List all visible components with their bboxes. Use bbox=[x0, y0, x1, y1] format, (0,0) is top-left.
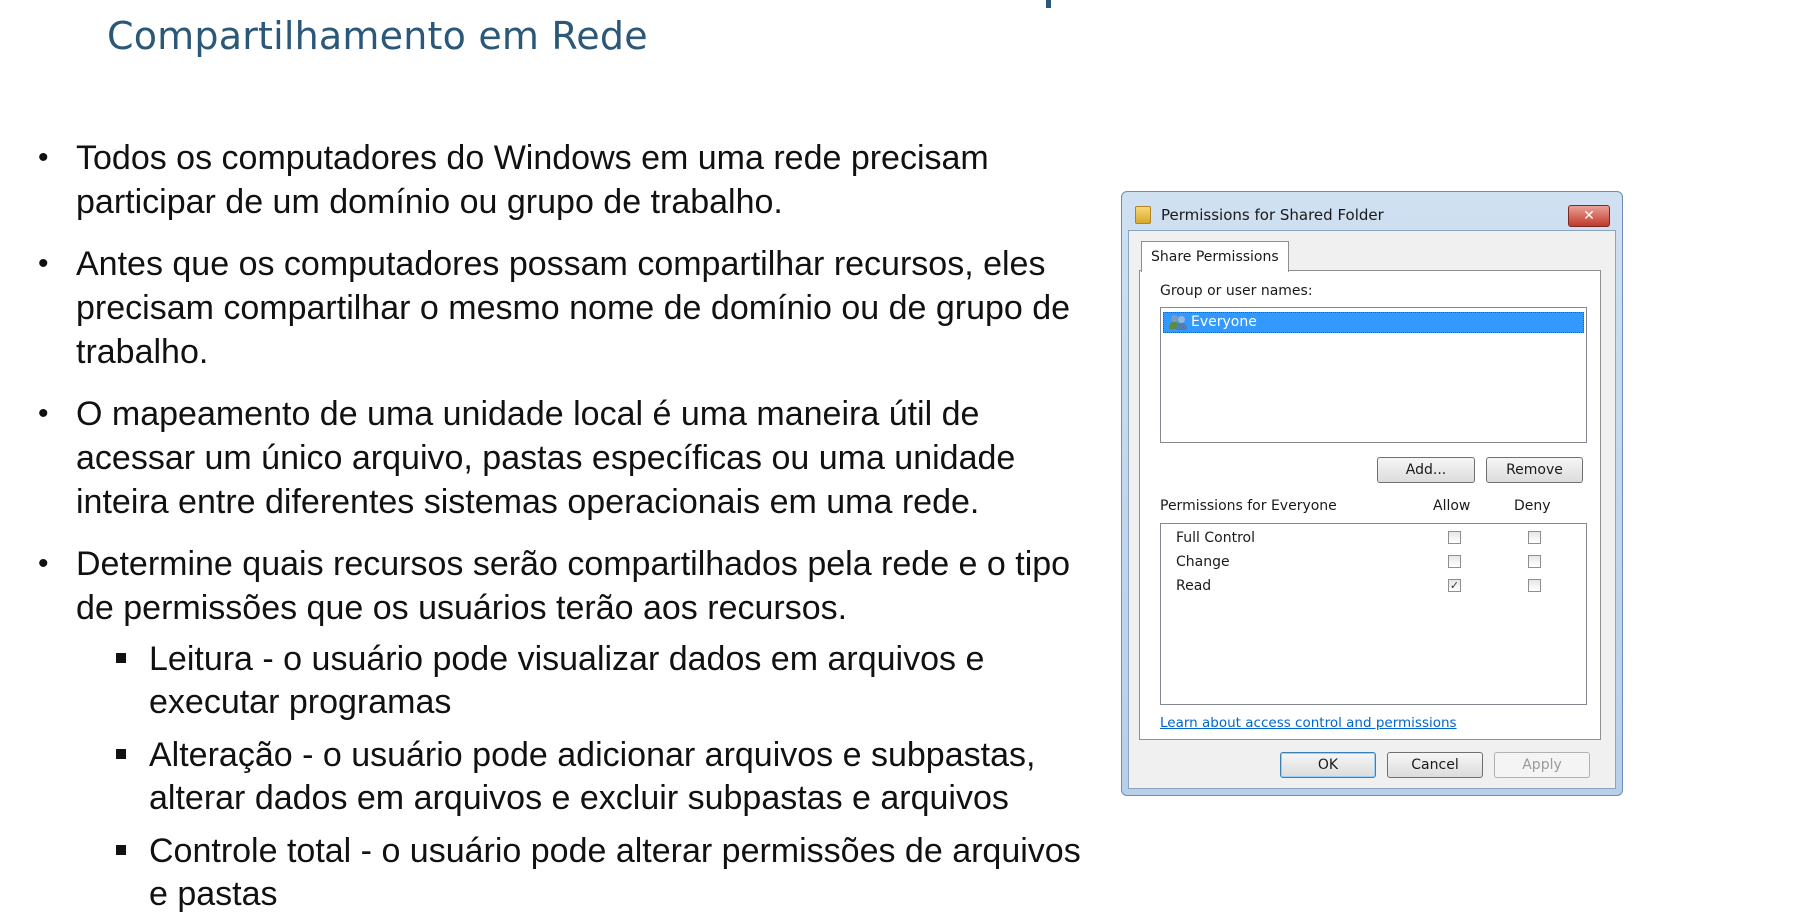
bullet-text: O mapeamento de uma unidade local é uma … bbox=[76, 395, 1016, 521]
bullet-marker: • bbox=[38, 397, 49, 430]
close-button[interactable]: ✕ bbox=[1568, 205, 1610, 227]
permission-name: Read bbox=[1176, 578, 1212, 594]
add-button[interactable]: Add... bbox=[1377, 457, 1475, 483]
list-item-label: Everyone bbox=[1191, 314, 1257, 330]
sub-bullet-text: Alteração - o usuário pode adicionar arq… bbox=[149, 736, 1036, 817]
permissions-list: Full Control Change Read ✓ bbox=[1160, 523, 1587, 705]
bullet-marker: • bbox=[38, 247, 49, 280]
ok-button[interactable]: OK bbox=[1280, 752, 1376, 778]
cancel-button[interactable]: Cancel bbox=[1387, 752, 1483, 778]
read-deny-checkbox[interactable] bbox=[1528, 579, 1541, 592]
bullet-item: • Antes que os computadores possam compa… bbox=[0, 242, 1106, 374]
permissions-label: Permissions for Everyone bbox=[1160, 498, 1337, 514]
square-bullet-marker bbox=[116, 749, 126, 759]
tab-share-permissions[interactable]: Share Permissions bbox=[1141, 241, 1289, 272]
remove-button[interactable]: Remove bbox=[1486, 457, 1583, 483]
bullet-item: • O mapeamento de uma unidade local é um… bbox=[0, 392, 1106, 524]
dialog-titlebar[interactable]: Permissions for Shared Folder ✕ bbox=[1122, 192, 1622, 230]
sub-bullet-text: Controle total - o usuário pode alterar … bbox=[149, 832, 1081, 913]
bullet-item: • Determine quais recursos serão compart… bbox=[0, 542, 1106, 630]
sub-bullet-item: Controle total - o usuário pode alterar … bbox=[0, 830, 1109, 916]
full-control-deny-checkbox[interactable] bbox=[1528, 531, 1541, 544]
deny-column-header: Deny bbox=[1514, 498, 1551, 514]
sub-bullet-item: Leitura - o usuário pode visualizar dado… bbox=[0, 638, 1109, 724]
bullet-text: Todos os computadores do Windows em uma … bbox=[76, 139, 989, 221]
dialog-body: Share Permissions Group or user names: E… bbox=[1128, 230, 1616, 789]
checkmark-icon: ✓ bbox=[1449, 579, 1460, 592]
permission-name: Full Control bbox=[1176, 530, 1255, 546]
bullet-marker: • bbox=[38, 547, 49, 580]
permission-name: Change bbox=[1176, 554, 1230, 570]
square-bullet-marker bbox=[116, 653, 126, 663]
group-label: Group or user names: bbox=[1160, 283, 1313, 299]
bullet-item: • Todos os computadores do Windows em um… bbox=[0, 136, 1106, 224]
users-icon bbox=[1169, 315, 1187, 330]
sub-bullet-text: Leitura - o usuário pode visualizar dado… bbox=[149, 640, 985, 721]
change-deny-checkbox[interactable] bbox=[1528, 555, 1541, 568]
change-allow-checkbox[interactable] bbox=[1448, 555, 1461, 568]
square-bullet-marker bbox=[116, 845, 126, 855]
tab-panel: Group or user names: Everyone Add... Rem… bbox=[1139, 270, 1601, 740]
bullet-list: • Todos os computadores do Windows em um… bbox=[0, 136, 1110, 922]
bullet-text: Antes que os computadores possam compart… bbox=[76, 245, 1071, 371]
permissions-dialog: Permissions for Shared Folder ✕ Share Pe… bbox=[1121, 191, 1623, 796]
folder-icon bbox=[1135, 206, 1151, 224]
sub-bullet-item: Alteração - o usuário pode adicionar arq… bbox=[0, 734, 1109, 820]
slide-title: Compartilhamento em Rede bbox=[107, 14, 648, 58]
cut-off-heading bbox=[0, 0, 1817, 8]
full-control-allow-checkbox[interactable] bbox=[1448, 531, 1461, 544]
bullet-text: Determine quais recursos serão compartil… bbox=[76, 545, 1071, 627]
allow-column-header: Allow bbox=[1433, 498, 1471, 514]
list-item-everyone[interactable]: Everyone bbox=[1163, 312, 1584, 333]
dialog-title: Permissions for Shared Folder bbox=[1161, 206, 1384, 224]
bullet-marker: • bbox=[38, 141, 49, 174]
access-control-help-link[interactable]: Learn about access control and permissio… bbox=[1160, 715, 1457, 731]
apply-button[interactable]: Apply bbox=[1494, 752, 1590, 778]
read-allow-checkbox[interactable]: ✓ bbox=[1448, 579, 1461, 592]
user-listbox[interactable]: Everyone bbox=[1160, 307, 1587, 443]
